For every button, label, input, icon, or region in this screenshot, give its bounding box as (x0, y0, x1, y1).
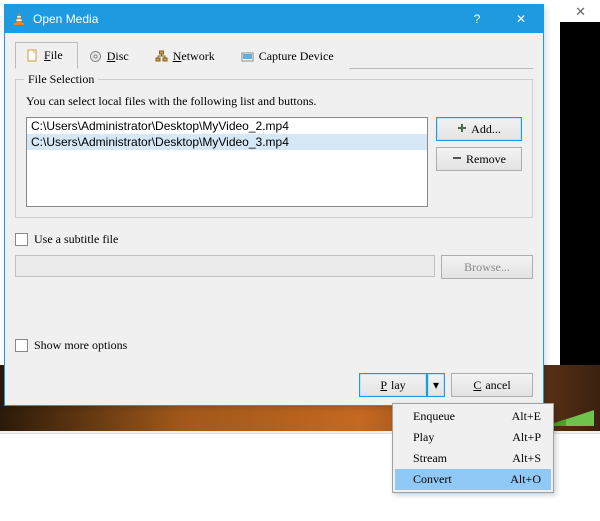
network-icon (155, 50, 168, 63)
file-listbox[interactable]: C:\Users\Administrator\Desktop\MyVideo_2… (26, 117, 428, 207)
file-icon (26, 49, 39, 62)
minus-icon (452, 152, 462, 167)
file-selection-title: File Selection (24, 72, 98, 87)
close-button[interactable]: ✕ (499, 5, 543, 33)
tab-disc[interactable]: Disc (78, 42, 144, 69)
titlebar: Open Media ? ✕ (5, 5, 543, 33)
play-button[interactable]: Play (359, 373, 427, 397)
play-dropdown-button[interactable]: ▾ (427, 373, 445, 397)
menu-item-stream[interactable]: StreamAlt+S (395, 448, 551, 469)
browse-button: Browse... (441, 255, 533, 279)
tab-capture[interactable]: Capture Device (230, 42, 349, 69)
help-button[interactable]: ? (455, 5, 499, 33)
show-more-checkbox[interactable] (15, 339, 28, 352)
tab-file[interactable]: File (15, 42, 78, 69)
disc-icon (89, 50, 102, 63)
tab-file-label: File (44, 48, 63, 63)
tab-disc-label: Disc (107, 49, 129, 64)
remove-label: Remove (466, 152, 506, 167)
add-button[interactable]: Add... (436, 117, 522, 141)
subtitle-label: Use a subtitle file (34, 232, 118, 247)
list-item[interactable]: C:\Users\Administrator\Desktop\MyVideo_2… (27, 118, 427, 134)
tab-network[interactable]: Network (144, 42, 230, 69)
chevron-down-icon: ▾ (433, 378, 439, 393)
subtitle-path-input (15, 255, 435, 277)
subtitle-row: Use a subtitle file (15, 232, 533, 247)
menu-item-convert[interactable]: ConvertAlt+O (395, 469, 551, 490)
add-label: Add... (471, 122, 501, 137)
dialog-title: Open Media (33, 12, 455, 26)
tab-network-label: Network (173, 49, 215, 64)
video-area (560, 22, 600, 400)
subtitle-checkbox[interactable] (15, 233, 28, 246)
remove-button[interactable]: Remove (436, 147, 522, 171)
file-selection-desc: You can select local files with the foll… (26, 94, 522, 109)
tab-capture-label: Capture Device (259, 49, 334, 64)
plus-icon (457, 122, 467, 137)
list-item[interactable]: C:\Users\Administrator\Desktop\MyVideo_3… (27, 134, 427, 150)
tabs: File Disc Network Capture Device (15, 41, 533, 69)
vlc-cone-icon (11, 11, 27, 27)
menu-item-play[interactable]: PlayAlt+P (395, 427, 551, 448)
capture-icon (241, 50, 254, 63)
menu-item-enqueue[interactable]: EnqueueAlt+E (395, 406, 551, 427)
file-selection-group: File Selection You can select local file… (15, 79, 533, 218)
cancel-button[interactable]: Cancel (451, 373, 533, 397)
show-more-label: Show more options (34, 338, 127, 353)
play-dropdown-menu: EnqueueAlt+EPlayAlt+PStreamAlt+SConvertA… (392, 403, 554, 493)
open-media-dialog: Open Media ? ✕ File Disc Network Capture… (4, 4, 544, 406)
main-window-close-icon[interactable]: ✕ (575, 4, 586, 20)
